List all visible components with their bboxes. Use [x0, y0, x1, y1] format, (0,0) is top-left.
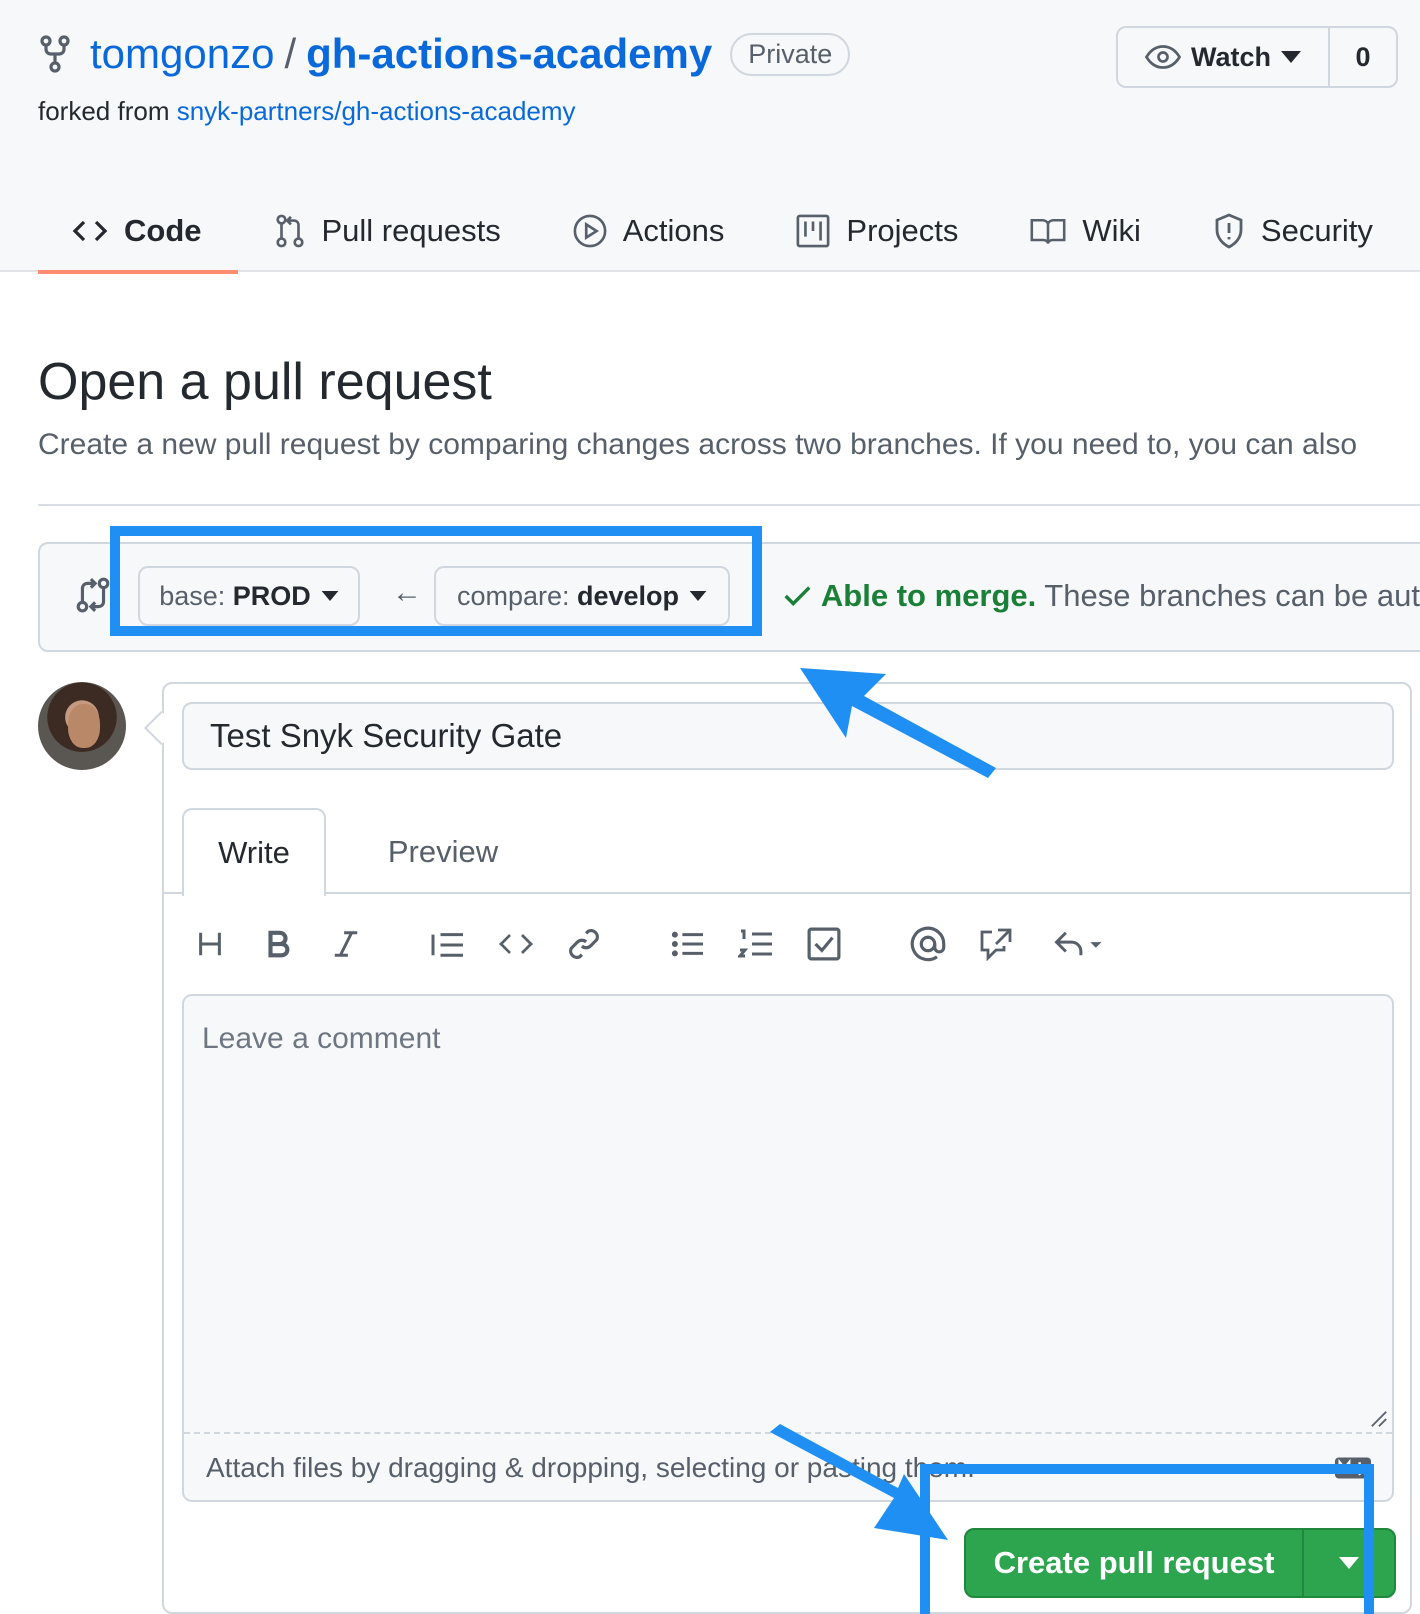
bold-icon — [268, 930, 290, 958]
caret-down-icon — [689, 591, 707, 601]
repo-header: tomgonzo / gh-actions-academy Private fo… — [0, 0, 1420, 274]
page-title: Open a pull request — [38, 353, 492, 411]
repo-title: tomgonzo / gh-actions-academy Private — [38, 28, 851, 80]
page-subtitle: Create a new pull request by comparing c… — [38, 428, 1358, 461]
tab-label: Pull requests — [321, 213, 501, 248]
divider — [38, 504, 1420, 506]
tab-code[interactable]: Code — [38, 190, 238, 274]
tab-write[interactable]: Write — [182, 808, 326, 896]
link-button[interactable] — [556, 916, 612, 972]
pr-title-input[interactable] — [182, 702, 1394, 770]
avatar[interactable] — [38, 682, 126, 770]
cross-reference-icon — [980, 928, 1012, 961]
unordered-list-icon — [671, 931, 703, 957]
heading-button[interactable] — [182, 916, 238, 972]
repo-name-link[interactable]: gh-actions-academy — [306, 30, 712, 78]
eye-icon — [1145, 45, 1181, 69]
editor-tabs: Write Preview — [164, 808, 1410, 896]
merge-status: Able to merge. These branches can be aut — [784, 578, 1420, 614]
code-icon — [499, 934, 533, 954]
italic-button[interactable] — [318, 916, 374, 972]
forked-from-link[interactable]: snyk-partners/gh-actions-academy — [177, 96, 576, 126]
book-icon — [1030, 218, 1066, 244]
repo-nav-tabs: Code Pull requests Actions Projects Wiki… — [38, 190, 1409, 274]
tab-label: Security — [1260, 213, 1373, 248]
repo-owner-link[interactable]: tomgonzo — [90, 30, 274, 78]
cross-reference-button[interactable] — [968, 916, 1024, 972]
code-button[interactable] — [488, 916, 544, 972]
tab-wiki[interactable]: Wiki — [994, 190, 1177, 272]
mention-icon — [910, 926, 946, 962]
attach-files-text: Attach files by dragging & dropping, sel… — [206, 1452, 975, 1483]
base-branch-label: base: PROD — [159, 580, 311, 611]
watch-label: Watch — [1191, 41, 1271, 72]
project-icon — [796, 214, 830, 248]
caret-down-icon — [321, 591, 339, 601]
merge-detail-text: These branches can be aut — [1036, 578, 1420, 613]
compare-branch-select[interactable]: compare: develop — [434, 566, 730, 626]
task-list-icon — [807, 927, 841, 961]
tab-label: Wiki — [1082, 213, 1141, 248]
ordered-list-button[interactable] — [728, 916, 784, 972]
pull-request-icon — [275, 214, 304, 248]
tab-label: Actions — [622, 213, 725, 248]
resize-handle-icon[interactable] — [1370, 1410, 1388, 1428]
heading-icon — [199, 932, 221, 956]
task-list-button[interactable] — [796, 916, 852, 972]
quote-button[interactable] — [420, 916, 476, 972]
arrow-left-icon: ← — [392, 576, 422, 609]
visibility-badge: Private — [730, 32, 851, 76]
mention-button[interactable] — [900, 916, 956, 972]
comment-textarea[interactable] — [184, 996, 1392, 1432]
check-icon — [784, 586, 811, 606]
compare-arrows-icon — [76, 577, 110, 613]
play-icon — [573, 214, 607, 248]
unordered-list-button[interactable] — [660, 916, 716, 972]
fork-icon — [40, 35, 70, 73]
forked-from-line: forked from snyk-partners/gh-actions-aca… — [38, 96, 576, 127]
watch-count[interactable]: 0 — [1330, 28, 1396, 86]
saved-reply-icon — [1054, 931, 1102, 956]
tab-projects[interactable]: Projects — [760, 190, 994, 272]
avatar-face — [68, 704, 100, 748]
tab-pull-requests[interactable]: Pull requests — [238, 190, 537, 272]
tab-label: Code — [124, 213, 202, 248]
caret-down-icon — [1281, 51, 1301, 63]
saved-reply-button[interactable] — [1046, 916, 1112, 972]
comment-area: Attach files by dragging & dropping, sel… — [182, 994, 1394, 1502]
compare-branch-label: compare: develop — [456, 580, 680, 611]
merge-ok-text: Able to merge. — [820, 578, 1037, 613]
bold-button[interactable] — [250, 916, 306, 972]
tab-security[interactable]: Security — [1177, 190, 1409, 272]
tab-preview[interactable]: Preview — [362, 808, 524, 896]
link-icon — [569, 929, 599, 959]
tab-label: Projects — [846, 213, 959, 248]
shield-icon — [1215, 213, 1243, 249]
quote-icon — [431, 933, 463, 957]
watch-button[interactable]: Watch — [1118, 28, 1330, 86]
create-button-highlight — [920, 1464, 1374, 1614]
tab-actions[interactable]: Actions — [537, 190, 761, 272]
italic-icon — [334, 931, 358, 957]
code-icon — [72, 220, 108, 242]
base-branch-select[interactable]: base: PROD — [138, 566, 360, 626]
repo-separator: / — [284, 30, 297, 77]
ordered-list-icon — [738, 929, 772, 958]
watch-button-group: Watch 0 — [1116, 26, 1398, 88]
forked-from-label: forked from — [38, 96, 177, 126]
